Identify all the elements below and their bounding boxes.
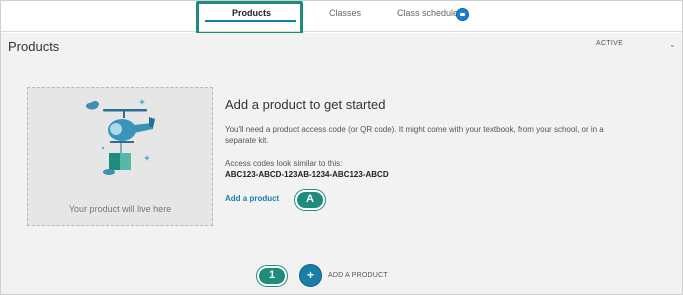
status-filter-select[interactable]: ACTIVE	[596, 40, 623, 47]
callout-marker-1: 1	[257, 266, 287, 286]
access-codes-label: Access codes look similar to this:	[225, 159, 343, 168]
add-product-button-label[interactable]: ADD A PRODUCT	[328, 272, 388, 279]
access-code-example: ABC123-ABCD-123AB-1234-ABC123-ABCD	[225, 170, 389, 179]
tab-classes[interactable]: Classes	[329, 8, 361, 18]
page-title: Products	[8, 39, 60, 54]
callout-marker-label: 1	[268, 269, 276, 281]
add-product-link[interactable]: Add a product	[225, 194, 279, 203]
main-content: Products ACTIVE ⌄ Your product will live…	[1, 33, 682, 294]
tab-class-schedule[interactable]: Class schedule	[397, 8, 458, 18]
tab-highlight-box	[196, 1, 303, 35]
empty-state-heading: Add a product to get started	[225, 97, 386, 112]
add-product-button[interactable]: +	[299, 264, 322, 287]
plus-icon: +	[306, 268, 314, 282]
placeholder-caption: Your product will live here	[68, 204, 172, 214]
empty-state-description: You'll need a product access code (or QR…	[225, 125, 604, 145]
chevron-down-icon[interactable]: ⌄	[669, 40, 676, 49]
helicopter-delivery-illustration	[86, 99, 155, 175]
top-tab-bar: Products Classes Class schedule	[1, 1, 682, 32]
product-placeholder-card: Your product will live here	[27, 87, 213, 226]
callout-marker-a: A	[295, 190, 325, 210]
message-badge-icon[interactable]	[456, 8, 469, 21]
callout-marker-label: A	[306, 193, 314, 205]
